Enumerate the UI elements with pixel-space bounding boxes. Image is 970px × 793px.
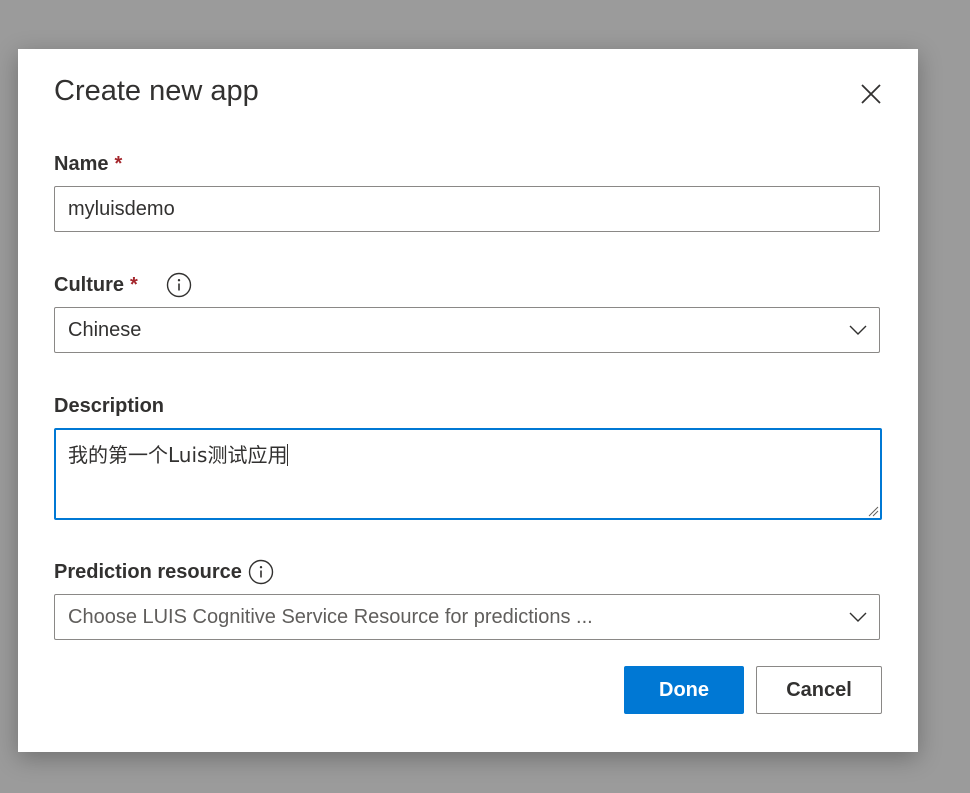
dialog-title: Create new app [54, 75, 259, 107]
close-icon [861, 84, 881, 104]
description-label: Description [54, 395, 164, 418]
prediction-resource-placeholder: Choose LUIS Cognitive Service Resource f… [68, 605, 593, 628]
prediction-resource-info-button[interactable] [248, 559, 274, 585]
culture-label: Culture * [54, 274, 138, 297]
name-label: Name * [54, 153, 122, 176]
info-icon [248, 559, 274, 585]
name-input[interactable]: myluisdemo [54, 186, 880, 232]
culture-dropdown-value: Chinese [68, 318, 142, 341]
name-input-value: myluisdemo [68, 197, 175, 220]
prediction-resource-label-text: Prediction resource [54, 561, 242, 583]
description-label-text: Description [54, 395, 165, 417]
name-label-text: Name [54, 153, 109, 175]
prediction-resource-label: Prediction resource [54, 561, 242, 584]
create-app-dialog: Create new app Name * myluisdemo Culture *… [18, 49, 918, 752]
text-caret [287, 444, 289, 466]
close-button[interactable] [854, 77, 888, 111]
chevron-down-icon [849, 612, 867, 622]
description-textarea[interactable]: 我的第一个Luis测试应用 [54, 428, 882, 520]
prediction-resource-dropdown[interactable]: Choose LUIS Cognitive Service Resource f… [54, 594, 880, 640]
culture-info-button[interactable] [166, 272, 192, 298]
chevron-down-icon [849, 325, 867, 335]
culture-label-text: Culture [54, 274, 124, 296]
description-value: 我的第一个Luis测试应用 [68, 443, 288, 467]
info-icon [166, 272, 192, 298]
culture-dropdown[interactable]: Chinese [54, 307, 880, 353]
required-mark: * [114, 153, 123, 175]
done-button[interactable]: Done [624, 666, 744, 714]
resize-grip-icon[interactable] [867, 505, 879, 517]
cancel-button[interactable]: Cancel [756, 666, 882, 714]
required-mark: * [130, 274, 138, 296]
